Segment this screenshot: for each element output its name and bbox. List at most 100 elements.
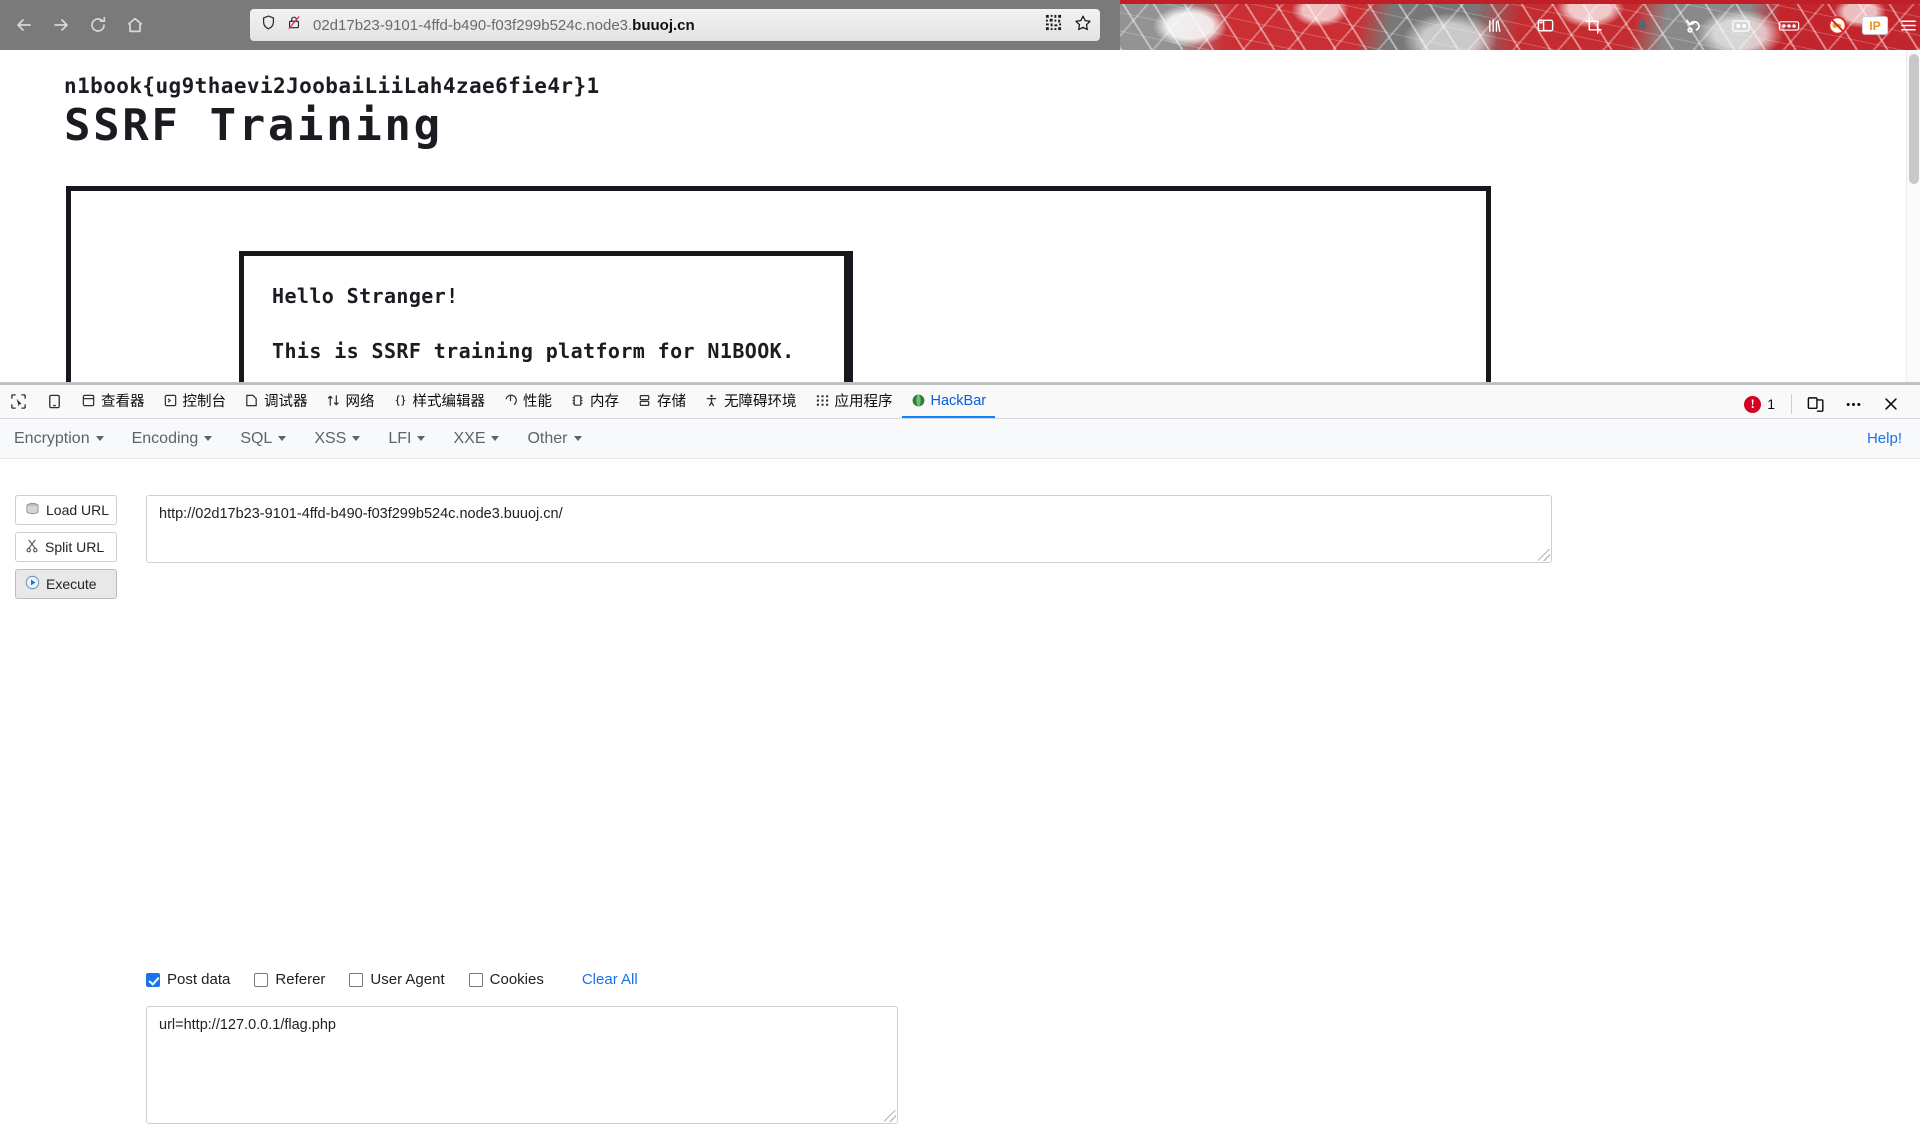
- tab-label: HackBar: [930, 392, 987, 409]
- menu-other[interactable]: Other: [513, 419, 595, 458]
- url-field-wrapper: [146, 495, 1552, 563]
- tab-accessibility[interactable]: 无障碍环境: [695, 385, 806, 418]
- tab-label: 存储: [657, 394, 686, 410]
- content-text: Hello Stranger! This is SSRF training pl…: [272, 276, 832, 382]
- forward-button[interactable]: [45, 9, 77, 41]
- checkbox-label: Cookies: [489, 971, 544, 988]
- menu-xxe[interactable]: XXE: [439, 419, 513, 458]
- back-button[interactable]: [8, 9, 40, 41]
- close-devtools-button[interactable]: [1872, 387, 1910, 421]
- chevron-down-icon: [573, 436, 582, 441]
- chevron-down-icon: [278, 436, 287, 441]
- page-scrollbar[interactable]: [1906, 50, 1920, 382]
- dock-layout-button[interactable]: [1796, 387, 1834, 421]
- performance-icon: [503, 393, 518, 408]
- url-prefix: 02d17b23-9101-4ffd-b490-f03f299b524c.nod…: [313, 16, 633, 34]
- forward-arrow-icon: [54, 19, 68, 31]
- tab-storage[interactable]: 存储: [628, 385, 695, 418]
- tab-hackbar[interactable]: HackBar: [901, 385, 996, 418]
- tab-performance[interactable]: 性能: [494, 385, 561, 418]
- droplet-icon[interactable]: [1627, 10, 1657, 40]
- checkbox-post-data[interactable]: Post data: [146, 971, 230, 988]
- checkbox-referer[interactable]: Referer: [254, 971, 325, 988]
- app-menu-icon[interactable]: [1896, 10, 1920, 40]
- address-bar-actions: [1045, 14, 1092, 37]
- address-bar-icons: [260, 14, 302, 36]
- checkbox-box[interactable]: [468, 972, 483, 987]
- console-icon: [163, 393, 178, 408]
- menu-encryption[interactable]: Encryption: [0, 419, 118, 458]
- menu-xss[interactable]: XSS: [300, 419, 374, 458]
- checkbox-box[interactable]: [254, 972, 269, 987]
- content-outer-box: Hello Stranger! This is SSRF training pl…: [66, 186, 1491, 382]
- home-button[interactable]: [119, 9, 151, 41]
- library-icon[interactable]: [1480, 10, 1510, 40]
- execute-button[interactable]: Execute: [15, 569, 117, 599]
- star-icon[interactable]: [1074, 14, 1092, 37]
- clear-all-link[interactable]: Clear All: [582, 971, 638, 988]
- memory-icon: [570, 393, 585, 408]
- screenshot-crop-icon[interactable]: [1578, 10, 1608, 40]
- devtools-panel: 查看器 控制台 调试器 网络 样式编辑器 性能 内存 存储 无障碍环境 应用程序…: [0, 382, 1920, 1124]
- button-label: Split URL: [45, 539, 105, 555]
- checkbox-user-agent[interactable]: User Agent: [349, 971, 445, 988]
- tab-console[interactable]: 控制台: [154, 385, 236, 418]
- element-picker-button[interactable]: [0, 385, 36, 418]
- tab-label: 调试器: [264, 394, 308, 410]
- checkbox-box[interactable]: [349, 972, 364, 987]
- checkbox-cookies[interactable]: Cookies: [468, 971, 544, 988]
- responsive-design-button[interactable]: [36, 385, 72, 418]
- sidebar-icon[interactable]: [1530, 10, 1560, 40]
- menu-encoding[interactable]: Encoding: [118, 419, 227, 458]
- reload-button[interactable]: [82, 9, 114, 41]
- scissors-icon: [25, 538, 39, 556]
- qr-code-icon[interactable]: [1045, 14, 1062, 36]
- devtools-toolbar-actions: ! 1: [1732, 387, 1920, 421]
- menu-label: Other: [527, 429, 568, 447]
- address-bar[interactable]: 02d17b23-9101-4ffd-b490-f03f299b524c.nod…: [250, 9, 1100, 41]
- post-data-input[interactable]: [146, 1006, 898, 1124]
- more-options-button[interactable]: [1834, 387, 1872, 421]
- tab-application[interactable]: 应用程序: [806, 385, 902, 418]
- inspector-icon: [81, 393, 96, 408]
- greeting-text: Hello Stranger!: [272, 284, 459, 308]
- responsive-design-icon: [48, 394, 60, 409]
- menu-label: SQL: [240, 429, 273, 447]
- menu-label: Encoding: [131, 429, 199, 447]
- shield-icon[interactable]: [260, 14, 277, 36]
- chevron-down-icon: [491, 436, 500, 441]
- page-title: SSRF Training: [64, 100, 443, 151]
- error-badge[interactable]: ! 1: [1732, 395, 1787, 413]
- checkbox-box[interactable]: [146, 972, 160, 987]
- menu-sql[interactable]: SQL: [226, 419, 300, 458]
- load-url-button[interactable]: Load URL: [15, 495, 117, 525]
- tab-inspector[interactable]: 查看器: [72, 385, 154, 418]
- tab-network[interactable]: 网络: [317, 385, 384, 418]
- menu-lfi[interactable]: LFI: [374, 419, 439, 458]
- url-domain: buuoj.cn: [632, 16, 695, 34]
- tab-style-editor[interactable]: 样式编辑器: [384, 385, 495, 418]
- tab-debugger[interactable]: 调试器: [235, 385, 317, 418]
- url-resize-grip[interactable]: [1538, 549, 1550, 561]
- checkbox-label: User Agent: [370, 971, 445, 988]
- ip-icon[interactable]: IP: [1857, 10, 1893, 40]
- page-scrollbar-thumb[interactable]: [1909, 54, 1919, 184]
- chevron-down-icon: [204, 436, 213, 441]
- help-link[interactable]: Help!: [1867, 430, 1902, 447]
- tab-label: 内存: [590, 394, 619, 410]
- undo-arrow-icon[interactable]: [1678, 10, 1708, 40]
- blocked-icon[interactable]: [1822, 10, 1852, 40]
- url-input[interactable]: [146, 495, 1552, 563]
- lock-crossed-icon[interactable]: [286, 14, 302, 36]
- content-inner-box: Hello Stranger! This is SSRF training pl…: [239, 251, 853, 382]
- post-data-resize-grip[interactable]: [884, 1110, 896, 1122]
- chevron-down-icon: [417, 436, 426, 441]
- cookies-icon[interactable]: [1774, 10, 1804, 40]
- more-options-icon: [1846, 402, 1860, 406]
- containers-icon[interactable]: [1726, 10, 1756, 40]
- tab-memory[interactable]: 内存: [561, 385, 628, 418]
- flag-text: n1book{ug9thaevi2JoobaiLiiLah4zae6fie4r}…: [64, 74, 600, 98]
- split-url-button[interactable]: Split URL: [15, 532, 117, 562]
- storage-icon: [637, 393, 652, 408]
- menu-label: Encryption: [14, 429, 90, 447]
